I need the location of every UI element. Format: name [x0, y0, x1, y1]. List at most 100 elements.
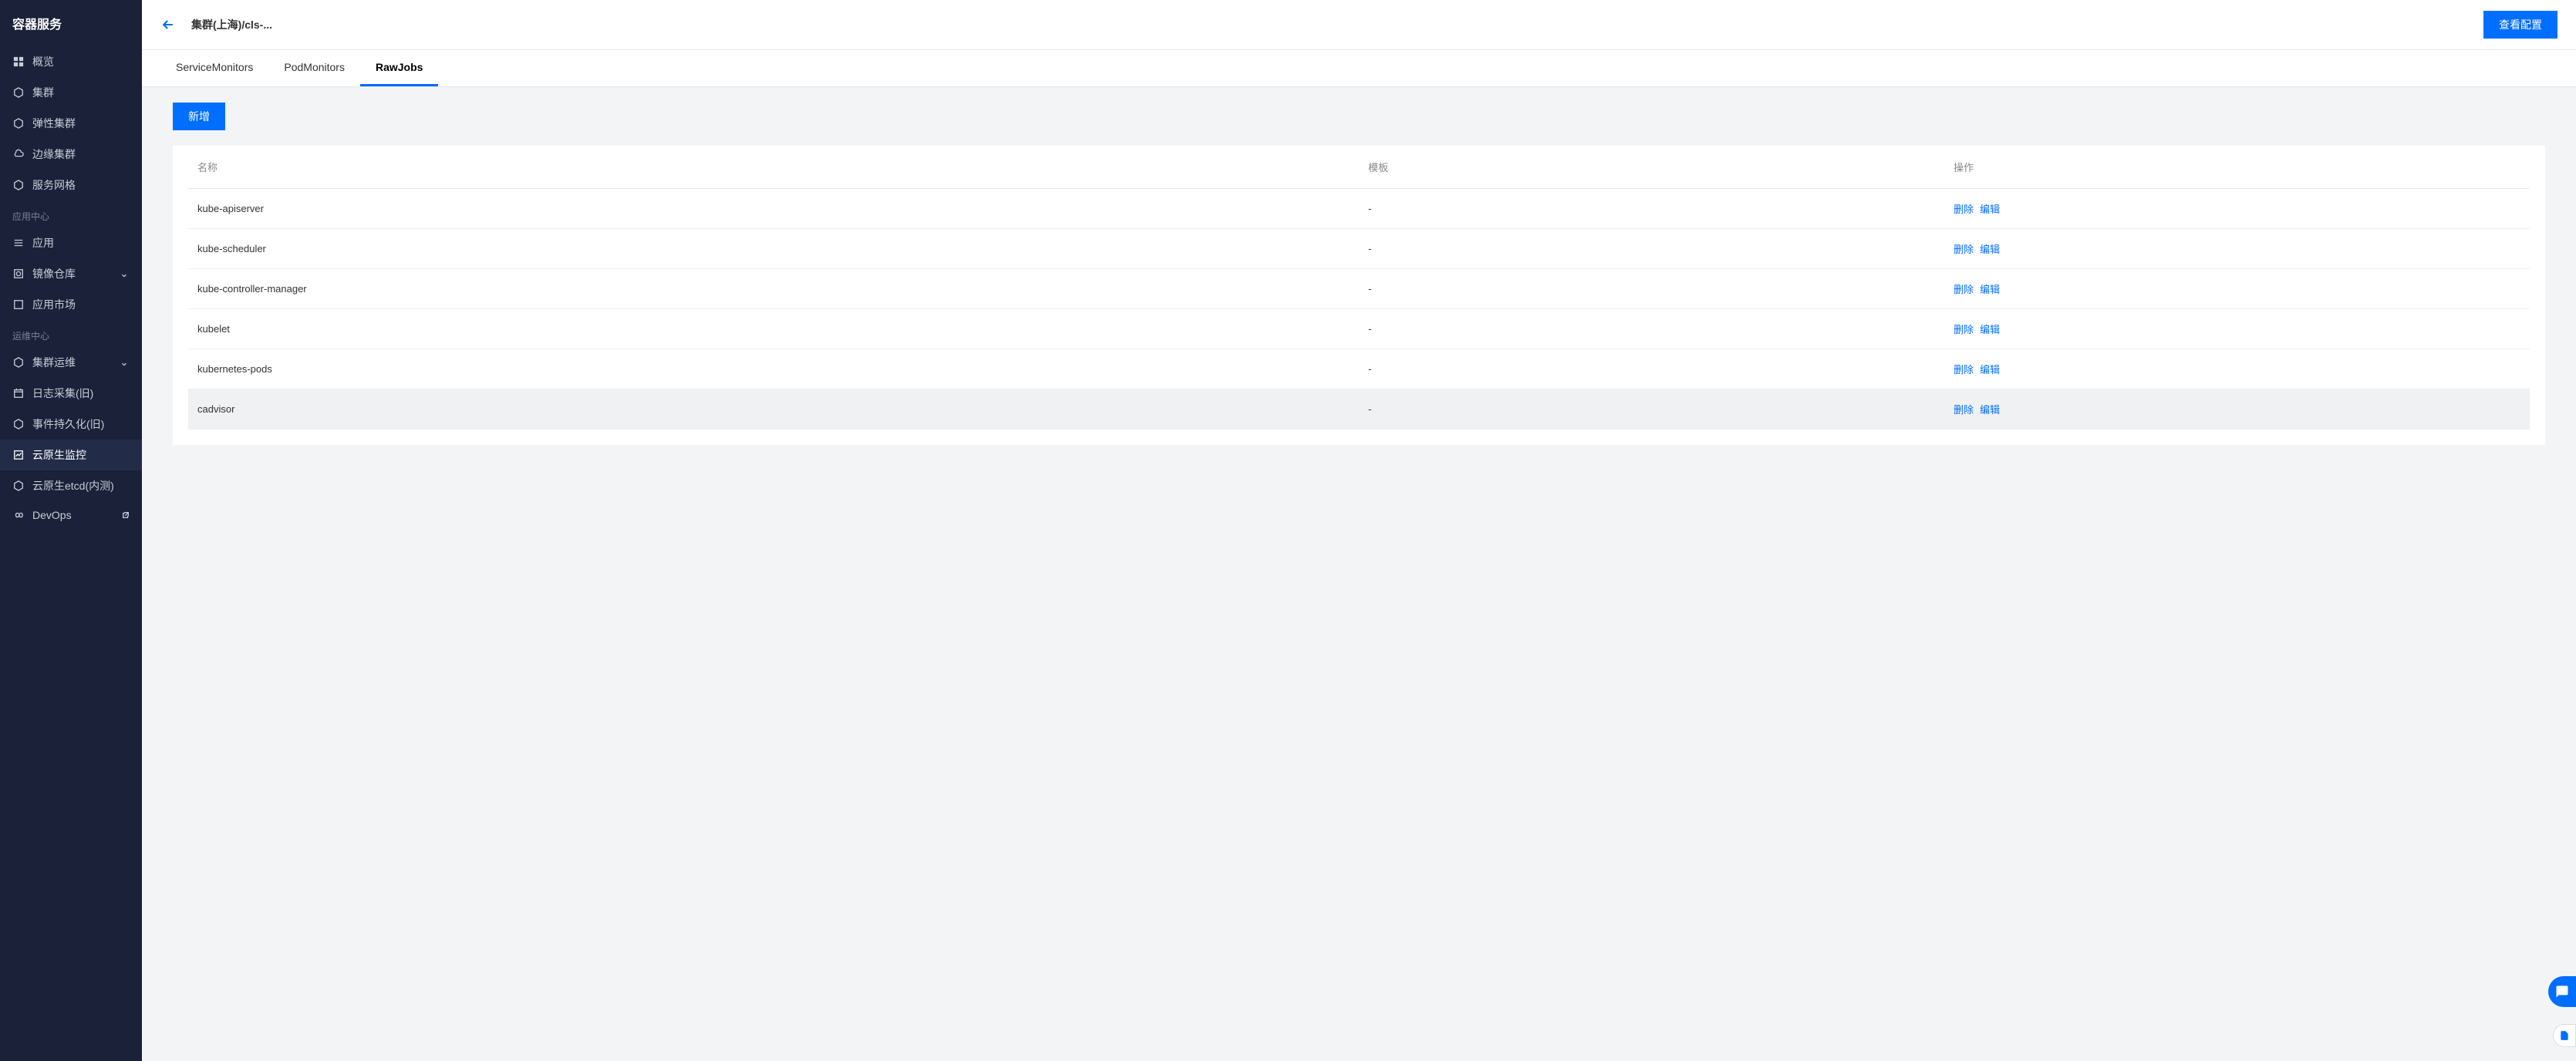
main: 集群(上海)/cls-... 查看配置 ServiceMonitorsPodMo…	[142, 0, 2576, 1061]
sidebar-item-label: 边缘集群	[32, 147, 130, 162]
back-button[interactable]	[160, 17, 176, 32]
calendar-icon	[12, 387, 25, 399]
cell-ops: 删除编辑	[1944, 389, 2530, 429]
sidebar-item-label: 云原生监控	[32, 447, 130, 463]
cell-template: -	[1359, 309, 1944, 349]
rawjobs-table: 名称 模板 操作 kube-apiserver-删除编辑kube-schedul…	[188, 146, 2530, 429]
external-link-icon	[122, 509, 130, 521]
tab-rawjobs[interactable]: RawJobs	[360, 50, 438, 86]
sidebar-section-app: 应用中心	[0, 200, 142, 227]
sidebar-item-label: 概览	[32, 54, 130, 69]
sidebar-app-item-1[interactable]: 镜像仓库	[0, 258, 142, 289]
delete-link[interactable]: 删除	[1954, 284, 1974, 295]
sidebar-item-label: 事件持久化(旧)	[32, 416, 130, 432]
sidebar-ops-item-5[interactable]: DevOps	[0, 501, 142, 529]
sidebar-item-label: DevOps	[32, 509, 119, 521]
hex-icon	[12, 179, 25, 191]
sidebar-ops-item-4[interactable]: 云原生etcd(内测)	[0, 470, 142, 501]
sidebar-item-1[interactable]: 集群	[0, 77, 142, 108]
add-button[interactable]: 新增	[173, 103, 225, 130]
table-row: kube-apiserver-删除编辑	[188, 189, 2530, 229]
sidebar-item-label: 镜像仓库	[32, 266, 120, 281]
table-row: kubelet-删除编辑	[188, 309, 2530, 349]
cell-ops: 删除编辑	[1944, 229, 2530, 269]
cell-ops: 删除编辑	[1944, 349, 2530, 389]
cell-template: -	[1359, 229, 1944, 269]
sidebar-item-label: 日志采集(旧)	[32, 386, 130, 401]
cell-template: -	[1359, 389, 1944, 429]
header: 集群(上海)/cls-... 查看配置	[142, 0, 2576, 50]
sidebar: 容器服务 概览集群弹性集群边缘集群服务网格 应用中心 应用镜像仓库应用市场 运维…	[0, 0, 142, 1061]
sidebar-item-label: 集群	[32, 85, 130, 100]
edit-link[interactable]: 编辑	[1980, 284, 2000, 295]
delete-link[interactable]: 删除	[1954, 204, 1974, 215]
sidebar-item-label: 应用市场	[32, 297, 130, 312]
cell-name: kubernetes-pods	[188, 349, 1359, 389]
sidebar-item-2[interactable]: 弹性集群	[0, 108, 142, 139]
sidebar-item-label: 集群运维	[32, 355, 120, 370]
table-row: kube-scheduler-删除编辑	[188, 229, 2530, 269]
edit-link[interactable]: 编辑	[1980, 364, 2000, 376]
sidebar-item-label: 服务网格	[32, 177, 130, 193]
cell-ops: 删除编辑	[1944, 269, 2530, 309]
tab-podmonitors[interactable]: PodMonitors	[268, 50, 360, 86]
sidebar-item-label: 云原生etcd(内测)	[32, 478, 130, 493]
cell-name: kubelet	[188, 309, 1359, 349]
sidebar-section-ops: 运维中心	[0, 320, 142, 347]
hex-icon	[12, 117, 25, 130]
cell-template: -	[1359, 269, 1944, 309]
cell-ops: 删除编辑	[1944, 309, 2530, 349]
cloud-icon	[12, 148, 25, 160]
sidebar-item-3[interactable]: 边缘集群	[0, 139, 142, 170]
view-config-button[interactable]: 查看配置	[2483, 11, 2557, 39]
cell-name: kube-apiserver	[188, 189, 1359, 229]
sidebar-ops-item-2[interactable]: 事件持久化(旧)	[0, 409, 142, 440]
square-icon	[12, 298, 25, 311]
sidebar-ops-item-0[interactable]: 集群运维	[0, 347, 142, 378]
chevron-down-icon	[120, 269, 130, 278]
hex-icon	[12, 356, 25, 369]
chart-icon	[12, 449, 25, 461]
sidebar-app-item-2[interactable]: 应用市场	[0, 289, 142, 320]
table-row: kube-controller-manager-删除编辑	[188, 269, 2530, 309]
help-float-button[interactable]	[2553, 1024, 2576, 1047]
sidebar-item-label: 弹性集群	[32, 116, 130, 131]
bars-icon	[12, 237, 25, 249]
cell-template: -	[1359, 189, 1944, 229]
col-header-ops: 操作	[1944, 146, 2530, 189]
edit-link[interactable]: 编辑	[1980, 404, 2000, 416]
cell-template: -	[1359, 349, 1944, 389]
chat-float-button[interactable]	[2548, 976, 2576, 1007]
tab-servicemonitors[interactable]: ServiceMonitors	[160, 50, 268, 86]
delete-link[interactable]: 删除	[1954, 324, 1974, 335]
table-card: 名称 模板 操作 kube-apiserver-删除编辑kube-schedul…	[173, 146, 2545, 445]
chevron-down-icon	[120, 358, 130, 367]
sidebar-item-0[interactable]: 概览	[0, 46, 142, 77]
breadcrumb: 集群(上海)/cls-...	[191, 17, 2483, 32]
col-header-template: 模板	[1359, 146, 1944, 189]
delete-link[interactable]: 删除	[1954, 244, 1974, 255]
cell-name: kube-scheduler	[188, 229, 1359, 269]
hex-icon	[12, 480, 25, 492]
sidebar-ops-item-1[interactable]: 日志采集(旧)	[0, 378, 142, 409]
edit-link[interactable]: 编辑	[1980, 204, 2000, 215]
content: 新增 名称 模板 操作 kube-apiserver-删除编辑kube-sche…	[142, 87, 2576, 1061]
edit-link[interactable]: 编辑	[1980, 244, 2000, 255]
delete-link[interactable]: 删除	[1954, 364, 1974, 376]
col-header-name: 名称	[188, 146, 1359, 189]
cell-name: kube-controller-manager	[188, 269, 1359, 309]
hex-icon	[12, 418, 25, 430]
edit-link[interactable]: 编辑	[1980, 324, 2000, 335]
table-row: cadvisor-删除编辑	[188, 389, 2530, 429]
hex-icon	[12, 86, 25, 99]
sidebar-item-4[interactable]: 服务网格	[0, 170, 142, 200]
infinity-icon	[12, 509, 25, 521]
sidebar-app-item-0[interactable]: 应用	[0, 227, 142, 258]
delete-link[interactable]: 删除	[1954, 404, 1974, 416]
cell-ops: 删除编辑	[1944, 189, 2530, 229]
sidebar-ops-item-3[interactable]: 云原生监控	[0, 440, 142, 470]
grid-icon	[12, 56, 25, 68]
sidebar-title: 容器服务	[0, 0, 142, 46]
box-icon	[12, 268, 25, 280]
table-row: kubernetes-pods-删除编辑	[188, 349, 2530, 389]
